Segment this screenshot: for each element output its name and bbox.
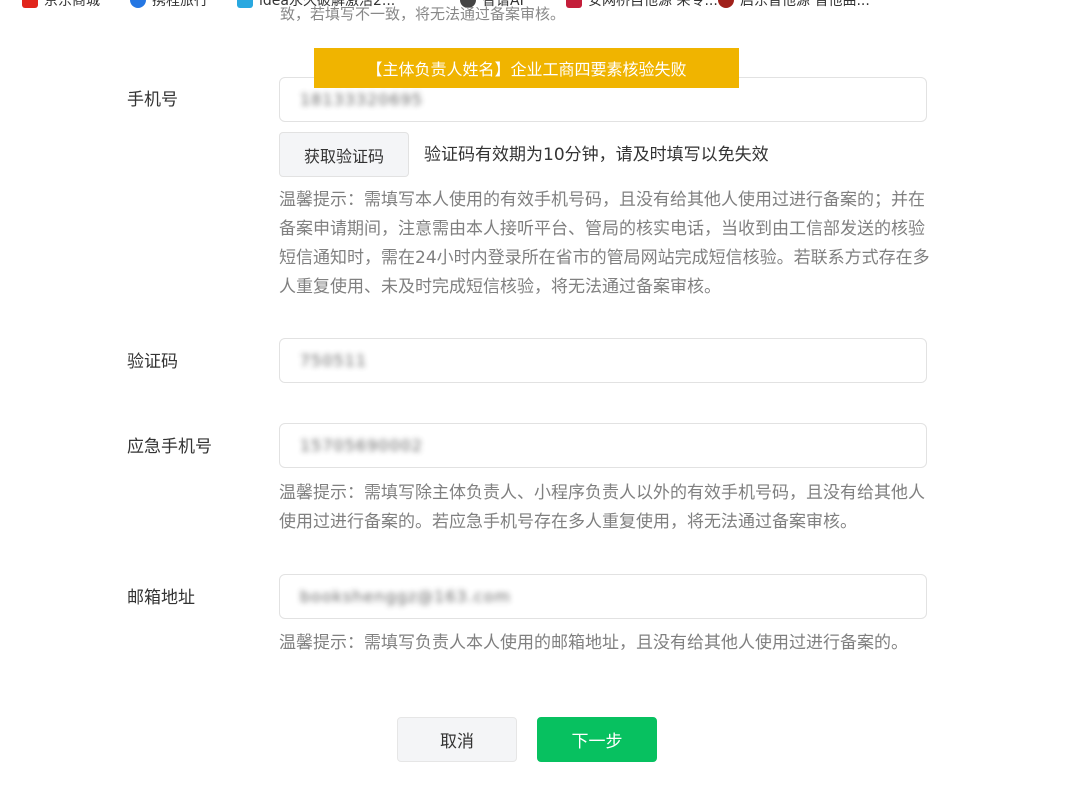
emergency-phone-label: 应急手机号 [127,437,212,457]
emergency-phone-value: 15705690002 [300,436,423,455]
phone-value: 18133320695 [300,90,423,109]
next-step-button[interactable]: 下一步 [537,717,657,762]
verify-code-input[interactable]: 750511 [279,338,927,383]
phone-label: 手机号 [127,90,178,110]
email-value: bookshenggz@163.com [300,587,511,606]
email-label: 邮箱地址 [127,588,195,608]
verify-code-label: 验证码 [127,352,178,372]
verify-code-value: 750511 [300,351,368,370]
email-input[interactable]: bookshenggz@163.com [279,574,927,619]
bookmark-jd[interactable]: 京东商城 [22,0,100,9]
phone-hint: 温馨提示：需填写本人使用的有效手机号码，且没有给其他人使用过进行备案的；并在备案… [279,190,930,297]
folder-icon [237,0,253,8]
error-toast: 【主体负责人姓名】企业工商四要素核验失败 [314,48,739,88]
emergency-phone-hint: 温馨提示：需填写除主体负责人、小程序负责人以外的有效手机号码，且没有给其他人使用… [279,483,925,532]
bookmark-ctrip[interactable]: 携程旅行 [130,0,208,9]
previous-field-hint: 致，若填写不一致，将无法通过备案审核。 [280,5,566,21]
emergency-phone-input[interactable]: 15705690002 [279,423,927,468]
jd-icon [22,0,38,8]
cancel-button[interactable]: 取消 [397,717,517,762]
email-hint: 温馨提示：需填写负责人本人使用的邮箱地址，且没有给其他人使用过进行备案的。 [279,633,908,653]
ctrip-icon [130,0,146,8]
get-code-button[interactable]: 获取验证码 [279,132,409,177]
code-validity-note: 验证码有效期为10分钟，请及时填写以免失效 [424,145,769,165]
